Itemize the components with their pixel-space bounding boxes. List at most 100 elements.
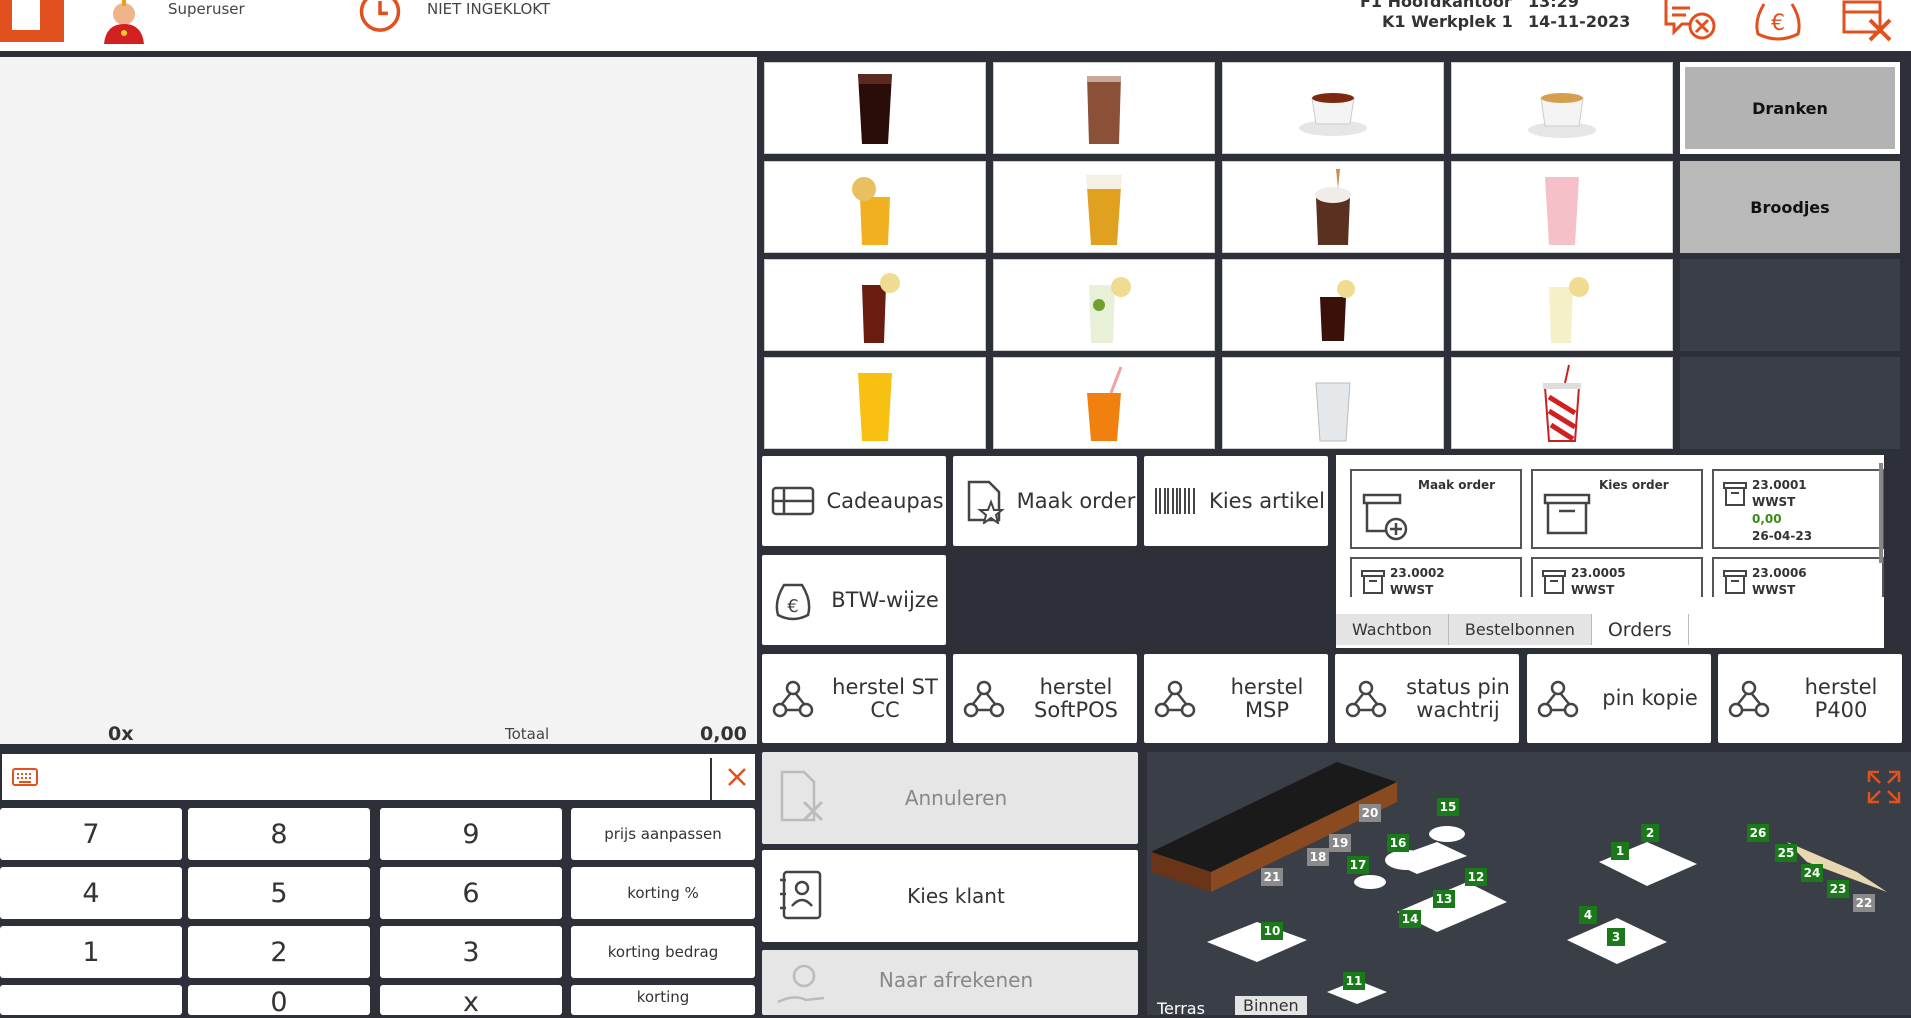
product-lemonade[interactable] <box>1451 259 1673 351</box>
key-8[interactable]: 8 <box>188 808 370 860</box>
key-7[interactable]: 7 <box>0 808 182 860</box>
table-marker[interactable]: 26 <box>1747 824 1769 842</box>
orders-scrollbar[interactable] <box>1879 463 1883 563</box>
table-marker[interactable]: 23 <box>1827 880 1849 898</box>
gift-card-button[interactable]: Cadeaupas <box>762 456 946 546</box>
table-marker[interactable]: 2 <box>1641 824 1659 842</box>
order-card[interactable]: 23.0001 WWST 0,00 26-04-23 <box>1712 469 1884 549</box>
tab-waiting-slip[interactable]: Wachtbon <box>1336 614 1449 645</box>
money-bag-icon[interactable]: € <box>1748 0 1808 44</box>
category-sandwiches[interactable]: Broodjes <box>1680 161 1900 253</box>
product-iced-tea[interactable] <box>764 259 986 351</box>
chocolate-glass-icon <box>1087 76 1121 144</box>
table-marker[interactable]: 14 <box>1399 910 1421 928</box>
cancel-button[interactable]: Annuleren <box>762 752 1138 844</box>
restore-st-cc-label: herstel ST CC <box>832 674 938 722</box>
create-order-card[interactable]: Maak order <box>1350 469 1522 549</box>
table-marker[interactable]: 17 <box>1347 856 1369 874</box>
product-milkshake[interactable] <box>1451 161 1673 253</box>
product-beer[interactable] <box>993 161 1215 253</box>
table-marker[interactable]: 21 <box>1261 868 1283 886</box>
order-card-text: 23.0002 WWST <box>1390 565 1445 599</box>
choose-order-card[interactable]: Kies order <box>1531 469 1703 549</box>
product-apple-juice[interactable] <box>764 161 986 253</box>
tab-purchase-orders[interactable]: Bestelbonnen <box>1448 614 1592 645</box>
key-0[interactable]: 0 <box>188 985 370 1018</box>
table-marker[interactable]: 25 <box>1775 844 1797 862</box>
price-adjust-button[interactable]: prijs aanpassen <box>571 808 755 860</box>
key-blank[interactable] <box>0 985 182 1015</box>
key-9[interactable]: 9 <box>380 808 562 860</box>
pin-copy-button[interactable]: pin kopie <box>1527 654 1711 743</box>
user-avatar-icon[interactable] <box>100 0 148 44</box>
discount-percent-button[interactable]: korting % <box>571 867 755 919</box>
key-5[interactable]: 5 <box>188 867 370 919</box>
keyboard-icon[interactable] <box>12 768 38 786</box>
table-marker[interactable]: 12 <box>1465 868 1487 886</box>
table-marker[interactable]: 3 <box>1607 928 1625 946</box>
table-marker[interactable]: 1 <box>1611 842 1629 860</box>
product-coffee[interactable] <box>1451 62 1673 154</box>
order-card[interactable]: 23.0006 WWST <box>1712 557 1884 597</box>
order-card[interactable]: 23.0005 WWST <box>1531 557 1703 597</box>
restore-softpos-button[interactable]: herstel SoftPOS <box>953 654 1137 743</box>
table-marker[interactable]: 15 <box>1437 798 1459 816</box>
restore-msp-button[interactable]: herstel MSP <box>1144 654 1328 743</box>
table-marker[interactable]: 16 <box>1387 834 1409 852</box>
floor-tab-inside[interactable]: Binnen <box>1235 996 1307 1015</box>
product-water[interactable] <box>1222 357 1444 449</box>
discount-amount-button[interactable]: korting bedrag <box>571 926 755 978</box>
clock-icon[interactable] <box>355 0 405 38</box>
vat-mode-label: BTW-wijze <box>831 587 939 612</box>
receipt-footer: 0x Totaal 0,00 <box>0 719 757 747</box>
table-marker[interactable]: 10 <box>1261 922 1283 940</box>
vat-mode-button[interactable]: € BTW-wijze <box>762 555 946 645</box>
choose-article-button[interactable]: Kies artikel <box>1144 456 1328 546</box>
product-cola-lemon[interactable] <box>1222 259 1444 351</box>
product-orange-soda[interactable] <box>993 357 1215 449</box>
table-marker[interactable]: 4 <box>1579 906 1597 924</box>
product-hot-chocolate[interactable] <box>1222 161 1444 253</box>
product-cola[interactable] <box>764 62 986 154</box>
table-marker[interactable]: 20 <box>1359 804 1381 822</box>
tab-orders[interactable]: Orders <box>1591 614 1689 645</box>
order-date: 26-04-23 <box>1752 529 1813 543</box>
product-orange-juice[interactable] <box>764 357 986 449</box>
box-icon <box>1542 570 1566 594</box>
category-drinks[interactable]: Dranken <box>1680 62 1900 154</box>
restore-p400-button[interactable]: herstel P400 <box>1718 654 1902 743</box>
checkout-button[interactable]: Naar afrekenen <box>762 950 1138 1015</box>
table-marker[interactable]: 11 <box>1343 972 1365 990</box>
product-soda-cup[interactable] <box>1451 357 1673 449</box>
message-cancel-icon[interactable] <box>1660 0 1720 44</box>
pin-queue-status-label: status pin wachtrij <box>1406 674 1510 722</box>
key-2[interactable]: 2 <box>188 926 370 978</box>
table-marker[interactable]: 24 <box>1801 864 1823 882</box>
app-logo[interactable] <box>0 0 64 42</box>
choose-customer-button[interactable]: Kies klant <box>762 850 1138 942</box>
key-multiply[interactable]: x <box>380 985 562 1018</box>
key-1[interactable]: 1 <box>0 926 182 978</box>
floor-tab-terrace[interactable]: Terras <box>1157 999 1205 1015</box>
expand-icon[interactable] <box>1865 768 1903 806</box>
amount-input[interactable] <box>0 752 757 802</box>
discount-button[interactable]: korting <box>571 985 755 1015</box>
product-chocolate-milk[interactable] <box>993 62 1215 154</box>
floor-plan[interactable]: 20 15 16 19 18 17 21 12 13 14 10 11 1 2 … <box>1147 752 1911 1015</box>
restore-st-cc-button[interactable]: herstel ST CC <box>762 654 946 743</box>
product-mojito[interactable] <box>993 259 1215 351</box>
product-tea[interactable] <box>1222 62 1444 154</box>
create-order-button[interactable]: Maak order <box>953 456 1137 546</box>
workstation-name: K1 Werkplek 1 <box>1382 12 1513 31</box>
table-marker[interactable]: 19 <box>1329 834 1351 852</box>
key-4[interactable]: 4 <box>0 867 182 919</box>
key-6[interactable]: 6 <box>380 867 562 919</box>
clear-input-icon[interactable] <box>722 762 752 792</box>
table-marker[interactable]: 22 <box>1853 894 1875 912</box>
table-marker[interactable]: 18 <box>1307 848 1329 866</box>
table-marker[interactable]: 13 <box>1433 890 1455 908</box>
pin-queue-status-button[interactable]: status pin wachtrij <box>1335 654 1519 743</box>
key-3[interactable]: 3 <box>380 926 562 978</box>
calendar-cancel-icon[interactable] <box>1840 0 1900 44</box>
order-card[interactable]: 23.0002 WWST <box>1350 557 1522 597</box>
